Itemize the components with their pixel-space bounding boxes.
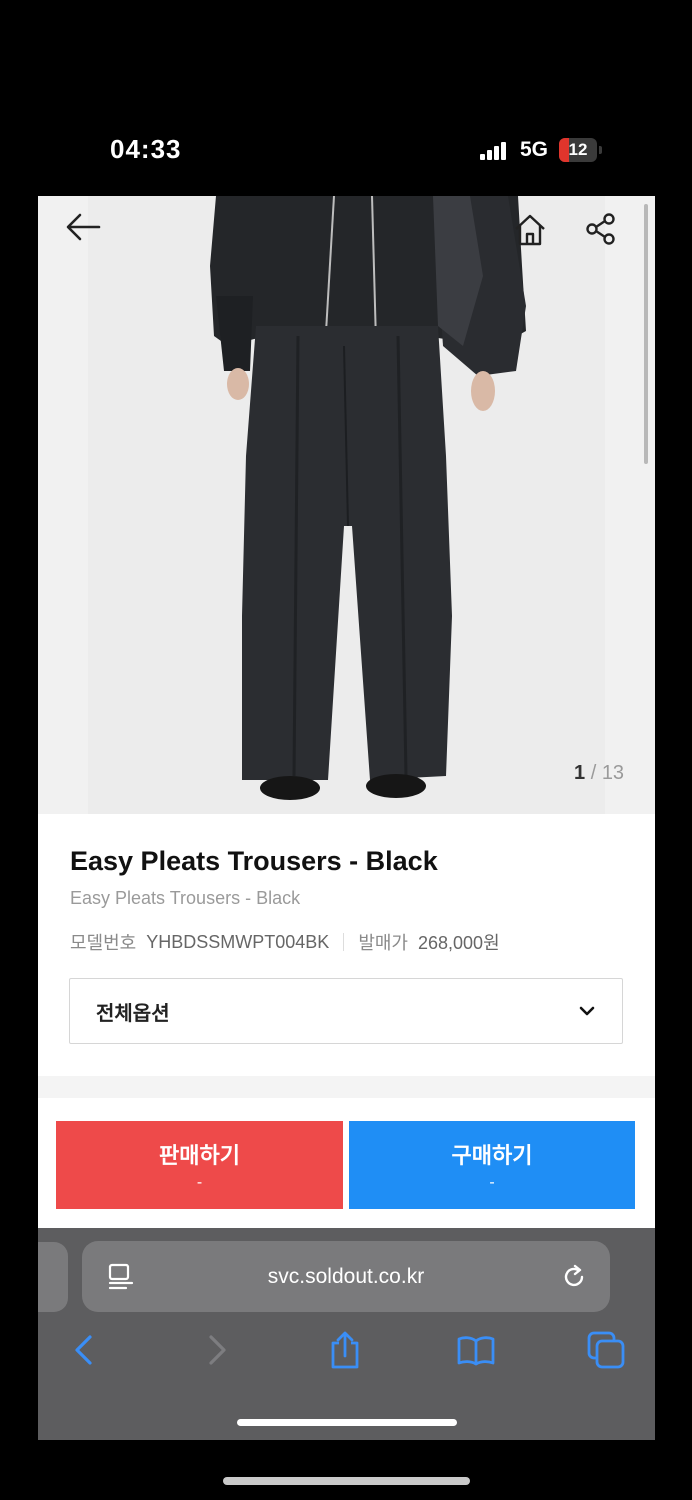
share-icon [586, 213, 615, 245]
forward-icon [209, 1335, 226, 1365]
web-content: 1 / 13 Easy Pleats Trousers - Black Easy… [38, 196, 655, 1228]
share-button[interactable] [584, 212, 624, 252]
address-bar[interactable]: svc.soldout.co.kr [82, 1241, 610, 1312]
meta-divider [343, 933, 345, 951]
price-label: 발매가 [358, 933, 408, 953]
buy-button-label: 구매하기 [451, 1143, 533, 1168]
bookmarks-icon [457, 1336, 495, 1366]
home-icon [515, 214, 545, 246]
status-time: 04:33 [110, 134, 182, 164]
buy-button[interactable]: 구매하기 - [349, 1121, 635, 1209]
image-counter-total: 13 [601, 762, 625, 784]
model-label: 모델번호 [70, 933, 137, 953]
image-counter: 1 / 13 [574, 762, 624, 785]
outer-home-indicator [223, 1477, 470, 1485]
image-counter-separator: / [590, 762, 597, 784]
option-select-value: 전체옵션 [96, 1002, 170, 1025]
back-button[interactable] [65, 212, 105, 252]
product-subtitle: Easy Pleats Trousers - Black [70, 888, 301, 908]
chevron-down-icon [578, 1002, 596, 1020]
action-bar: 판매하기 - 구매하기 - [38, 1098, 655, 1228]
browser-chrome: svc.soldout.co.kr [38, 1228, 655, 1440]
product-info: Easy Pleats Trousers - Black Easy Pleats… [38, 814, 655, 1076]
browser-back-button[interactable] [62, 1328, 106, 1372]
product-photo [38, 196, 655, 814]
image-counter-current: 1 [574, 762, 586, 784]
browser-share-button[interactable] [323, 1328, 367, 1372]
battery-icon: 12 [559, 138, 597, 162]
network-label: 5G [520, 138, 549, 161]
product-title: Easy Pleats Trousers - Black [70, 846, 438, 876]
section-divider [38, 1076, 655, 1098]
browser-bookmarks-button[interactable] [454, 1328, 498, 1372]
url-text[interactable]: svc.soldout.co.kr [82, 1265, 610, 1289]
browser-tabs-button[interactable] [584, 1328, 628, 1372]
back-icon [75, 1335, 92, 1365]
model-number: YHBDSSMWPT004BK [146, 931, 330, 952]
option-select[interactable]: 전체옵션 [69, 978, 623, 1044]
home-button[interactable] [512, 212, 552, 252]
arrow-left-icon [66, 213, 101, 241]
product-meta: 모델번호 YHBDSSMWPT004BK 발매가 268,000원 [70, 929, 500, 955]
buy-button-price: - [489, 1174, 495, 1191]
scroll-indicator[interactable] [644, 204, 648, 464]
status-bar: 04:33 5G 12 [0, 0, 692, 196]
tabs-icon [587, 1331, 625, 1369]
browser-forward-button[interactable] [195, 1328, 239, 1372]
sell-button[interactable]: 판매하기 - [56, 1121, 343, 1209]
sell-button-price: - [196, 1174, 203, 1191]
sell-button-label: 판매하기 [159, 1143, 240, 1168]
signal-icon [480, 142, 510, 160]
previous-tab-peek[interactable] [38, 1242, 68, 1312]
battery-tip [599, 146, 602, 154]
release-price: 268,000원 [418, 933, 500, 953]
share-icon [331, 1331, 359, 1369]
battery-level: 12 [568, 140, 588, 159]
reload-icon[interactable] [560, 1263, 588, 1291]
home-indicator [237, 1419, 457, 1426]
product-image[interactable]: 1 / 13 [38, 196, 655, 814]
